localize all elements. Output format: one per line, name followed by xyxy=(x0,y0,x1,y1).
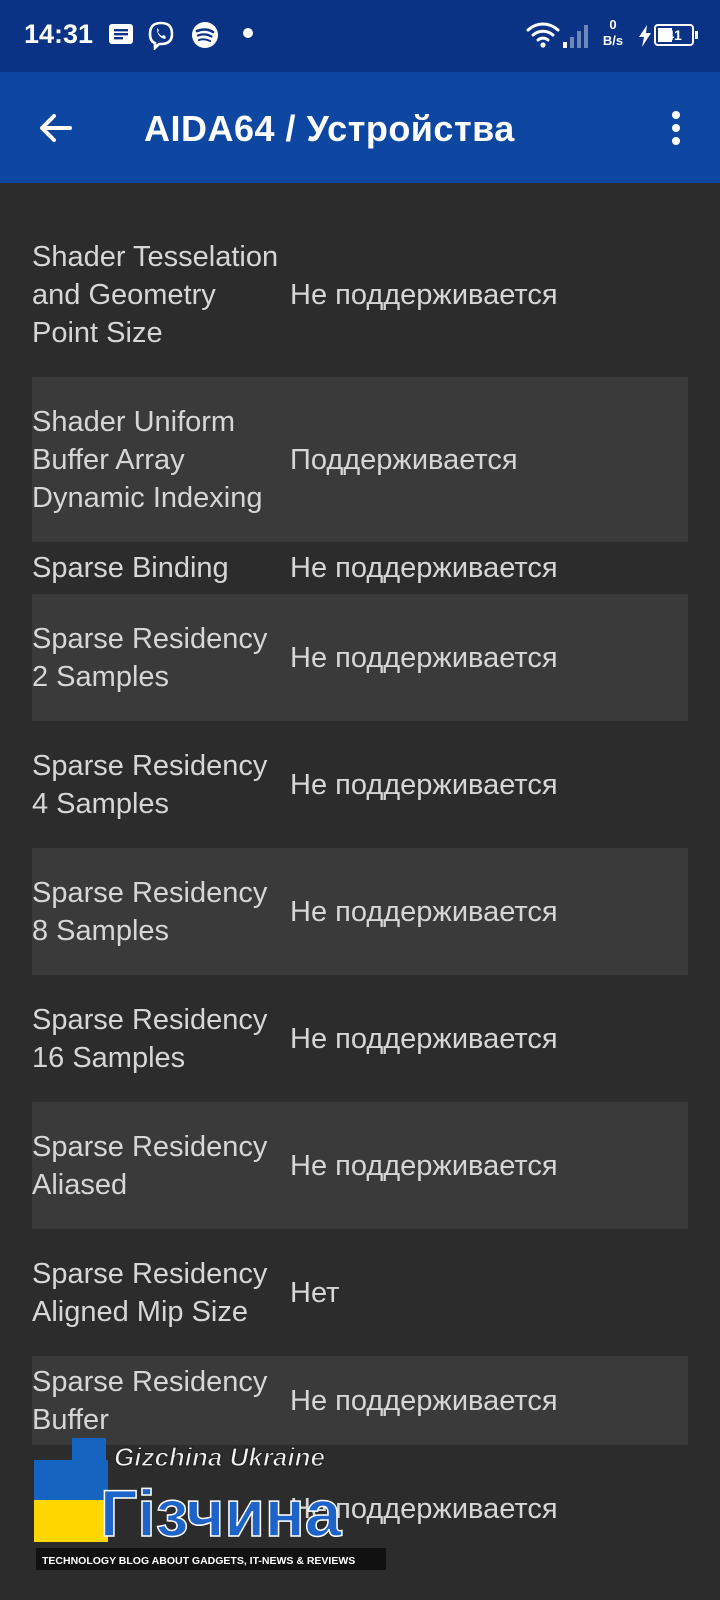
property-label: Sparse Residency Aliased xyxy=(32,1130,268,1201)
property-label: Sparse Binding xyxy=(32,552,229,584)
app-bar: AIDA64 / Устройства xyxy=(0,72,720,183)
property-value: Не поддерживается xyxy=(290,552,558,584)
property-label: Shader Uniform Buffer Array Dynamic Inde… xyxy=(32,405,263,514)
message-icon xyxy=(109,24,133,44)
watermark-tagline: TECHNOLOGY BLOG ABOUT GADGETS, IT-NEWS &… xyxy=(42,1555,355,1567)
property-label: Sparse Residency Buffer xyxy=(32,1365,268,1436)
list-item: Sparse Binding Не поддерживается xyxy=(32,542,688,594)
gizchina-watermark-logo: Gizchina Ukraine Гізчина TECHNOLOGY BLOG… xyxy=(34,1438,386,1570)
viber-icon xyxy=(148,21,174,50)
charging-icon xyxy=(639,25,651,47)
list-item: Shader Tesselation and Geometry Point Si… xyxy=(32,212,688,377)
net-speed-value: 0 xyxy=(609,17,617,32)
list-item: Sparse Residency Aliased Не поддерживает… xyxy=(32,1102,688,1229)
list-item: Sparse Residency Aligned Mip Size Нет xyxy=(32,1229,688,1356)
list-item: Sparse Residency Buffer Не поддерживаетс… xyxy=(32,1356,688,1445)
device-properties-list: Shader Tesselation and Geometry Point Si… xyxy=(32,212,688,1572)
property-value: Не поддерживается xyxy=(290,895,558,928)
property-value: Не поддерживается xyxy=(290,1149,558,1182)
property-value: Не поддерживается xyxy=(290,768,558,801)
property-value: Поддерживается xyxy=(290,443,518,476)
more-options-button[interactable] xyxy=(652,104,700,152)
back-button[interactable] xyxy=(32,104,80,152)
property-value: Не поддерживается xyxy=(290,641,558,674)
property-value: Нет xyxy=(290,1276,340,1309)
signal-icon xyxy=(563,25,588,48)
watermark-brand: Gizchina Ukraine xyxy=(114,1442,325,1472)
property-value: Не поддерживается xyxy=(290,278,558,311)
property-label: Sparse Residency 8 Samples xyxy=(32,876,268,947)
property-value: Не поддерживается xyxy=(290,1022,558,1055)
status-bar: 14:31 0 B/s 41 xyxy=(0,0,720,72)
battery-level: 41 xyxy=(666,27,682,43)
list-item: Sparse Residency 16 Samples Не поддержив… xyxy=(32,975,688,1102)
property-label: Sparse Residency 4 Samples xyxy=(32,749,268,820)
net-speed-unit: B/s xyxy=(602,33,624,48)
list-item: Sparse Residency 2 Samples Не поддержива… xyxy=(32,594,688,721)
list-item: Sparse Residency 8 Samples Не поддержива… xyxy=(32,848,688,975)
watermark-logo-text: Гізчина xyxy=(100,1476,343,1550)
battery-icon: 41 xyxy=(654,24,698,46)
property-label: Sparse Residency 16 Samples xyxy=(32,1003,268,1074)
page-title: AIDA64 / Устройства xyxy=(144,108,515,149)
list-item: Sparse Residency 4 Samples Не поддержива… xyxy=(32,721,688,848)
property-label: Sparse Residency Aligned Mip Size xyxy=(32,1257,268,1328)
notification-dot xyxy=(243,28,253,38)
spotify-icon xyxy=(192,22,218,48)
property-value: Не поддерживается xyxy=(290,1384,558,1417)
wifi-icon xyxy=(526,22,560,48)
property-label: Shader Tesselation and Geometry Point Si… xyxy=(32,240,279,349)
net-speed: 0 B/s xyxy=(600,17,626,49)
status-time: 14:31 xyxy=(24,19,94,49)
list-item: Shader Uniform Buffer Array Dynamic Inde… xyxy=(32,377,688,542)
property-label: Sparse Residency 2 Samples xyxy=(32,622,268,693)
